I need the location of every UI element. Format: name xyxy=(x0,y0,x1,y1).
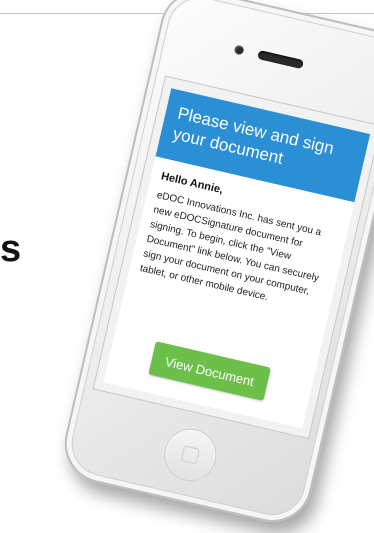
phone-mockup: Please view and sign your document Hello… xyxy=(56,0,374,533)
cropped-heading-fragment: s xyxy=(0,228,22,270)
camera-icon xyxy=(233,44,245,56)
speaker-icon xyxy=(257,49,304,70)
home-square-icon xyxy=(180,445,200,465)
email-body: Hello Annie, eDOC Innovations Inc. has s… xyxy=(103,156,355,429)
phone-body: Please view and sign your document Hello… xyxy=(56,0,374,530)
view-document-button[interactable]: View Document xyxy=(148,341,271,401)
home-button-icon[interactable] xyxy=(159,423,222,487)
email-message: eDOC Innovations Inc. has sent you a new… xyxy=(138,189,323,304)
phone-screen: Please view and sign your document Hello… xyxy=(92,75,374,440)
